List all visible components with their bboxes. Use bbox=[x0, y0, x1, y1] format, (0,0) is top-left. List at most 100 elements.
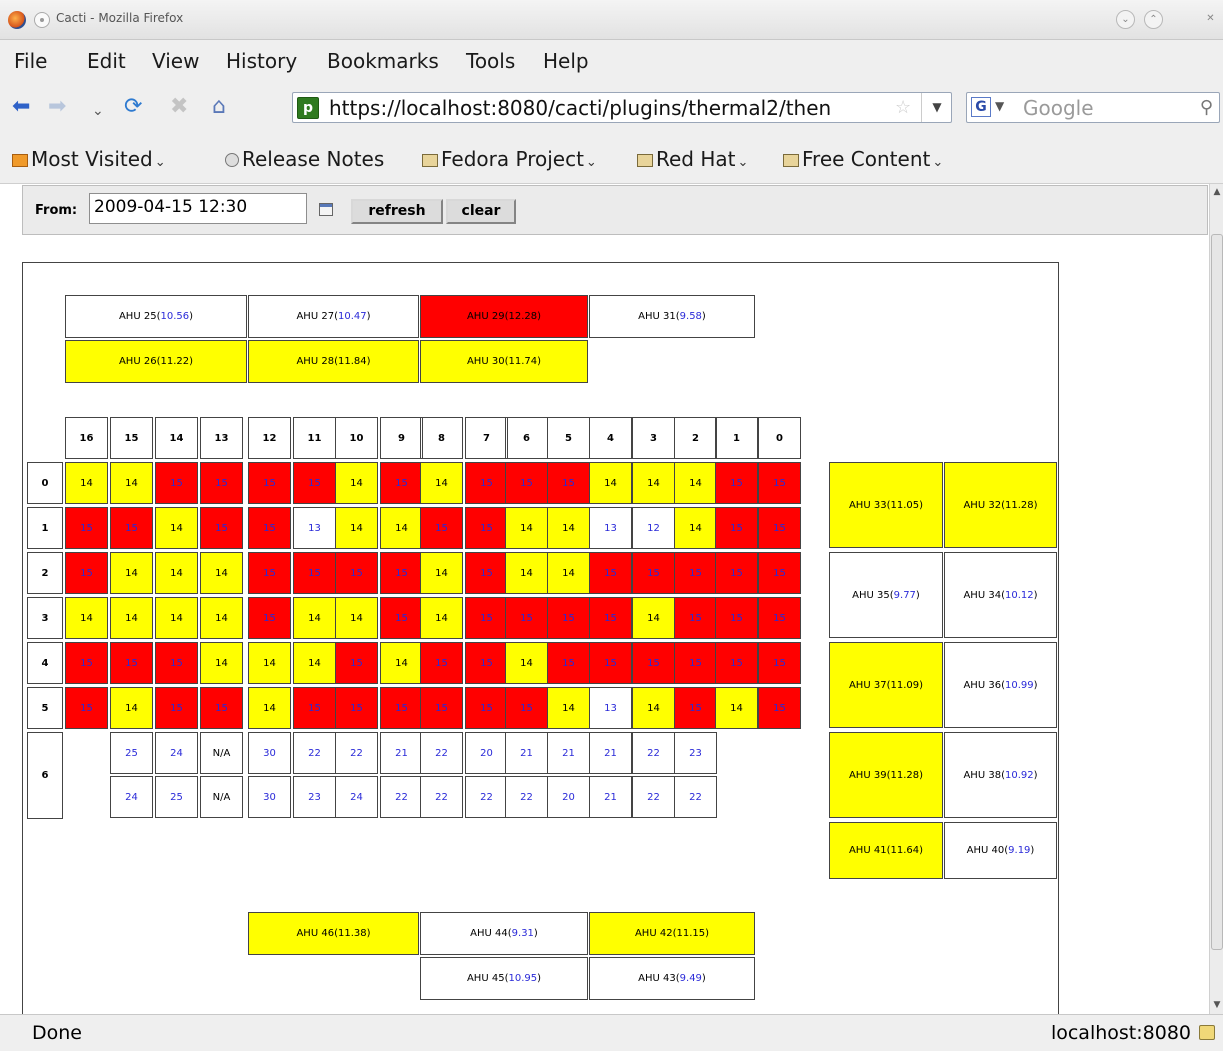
ahu-unit[interactable]: AHU 33 (11.05) bbox=[829, 462, 943, 548]
rack-cell[interactable]: 14 bbox=[505, 552, 548, 594]
ahu-value-link[interactable]: 11.38 bbox=[338, 928, 367, 939]
ahu-value-link[interactable]: 10.47 bbox=[338, 311, 367, 322]
rack-cell[interactable]: 15 bbox=[465, 462, 508, 504]
stop-icon[interactable]: ✖ bbox=[170, 94, 188, 120]
rack-cell[interactable]: 13 bbox=[589, 687, 632, 729]
row6-cell[interactable]: 23 bbox=[674, 732, 717, 774]
ahu-value-link[interactable]: 10.56 bbox=[160, 311, 189, 322]
rack-cell[interactable]: 14 bbox=[380, 642, 423, 684]
menu-edit[interactable]: Edit bbox=[87, 49, 126, 73]
rack-cell[interactable]: 14 bbox=[293, 642, 336, 684]
ahu-value-link[interactable]: 11.28 bbox=[890, 770, 919, 781]
rack-cell[interactable]: 15 bbox=[248, 462, 291, 504]
rack-cell[interactable]: 14 bbox=[632, 597, 675, 639]
maximize-icon[interactable]: ⌃ bbox=[1144, 10, 1163, 29]
ahu-value-link[interactable]: 12.28 bbox=[508, 311, 537, 322]
row6-cell[interactable]: 22 bbox=[505, 776, 548, 818]
rack-cell[interactable]: 15 bbox=[293, 687, 336, 729]
ahu-unit[interactable]: AHU 44 (9.31) bbox=[420, 912, 588, 955]
rack-cell[interactable]: 15 bbox=[715, 462, 758, 504]
rack-cell[interactable]: 15 bbox=[465, 687, 508, 729]
row6-cell[interactable]: 22 bbox=[293, 732, 336, 774]
ahu-unit[interactable]: AHU 25 (10.56) bbox=[65, 295, 247, 338]
row6-cell[interactable]: 22 bbox=[465, 776, 508, 818]
bookmark-free-content[interactable]: Free Content ⌄ bbox=[783, 147, 943, 171]
row6-cell[interactable]: 21 bbox=[547, 732, 590, 774]
rack-cell[interactable]: 15 bbox=[632, 552, 675, 594]
rack-cell[interactable]: 13 bbox=[589, 507, 632, 549]
rack-cell[interactable]: 15 bbox=[758, 507, 801, 549]
row6-cell[interactable]: 20 bbox=[465, 732, 508, 774]
menu-help[interactable]: Help bbox=[543, 49, 589, 73]
ahu-value-link[interactable]: 11.15 bbox=[676, 928, 705, 939]
ahu-value-link[interactable]: 11.64 bbox=[890, 845, 919, 856]
rack-cell[interactable]: 15 bbox=[65, 687, 108, 729]
menu-history[interactable]: History bbox=[226, 49, 297, 73]
search-bar[interactable]: G ▼ Google ⚲ bbox=[966, 92, 1220, 123]
rack-cell[interactable]: 15 bbox=[589, 642, 632, 684]
rack-cell[interactable]: 14 bbox=[110, 687, 153, 729]
rack-cell[interactable]: 15 bbox=[547, 462, 590, 504]
rack-cell[interactable]: 15 bbox=[674, 597, 717, 639]
rack-cell[interactable]: 15 bbox=[65, 507, 108, 549]
rack-cell[interactable]: 15 bbox=[380, 687, 423, 729]
row6-cell[interactable]: 24 bbox=[155, 732, 198, 774]
vertical-scrollbar[interactable]: ▲ ▼ bbox=[1209, 184, 1223, 1014]
rack-cell[interactable]: 14 bbox=[65, 597, 108, 639]
row6-cell[interactable]: 25 bbox=[155, 776, 198, 818]
rack-cell[interactable]: 14 bbox=[155, 597, 198, 639]
rack-cell[interactable]: 14 bbox=[155, 507, 198, 549]
close-icon[interactable]: ✕ bbox=[1201, 10, 1220, 29]
rack-cell[interactable]: 14 bbox=[110, 462, 153, 504]
rack-cell[interactable]: 14 bbox=[110, 552, 153, 594]
row6-cell[interactable]: 21 bbox=[505, 732, 548, 774]
rack-cell[interactable]: 15 bbox=[547, 597, 590, 639]
ahu-unit[interactable]: AHU 46 (11.38) bbox=[248, 912, 419, 955]
row6-cell[interactable]: 22 bbox=[632, 776, 675, 818]
window-menu-button[interactable] bbox=[34, 12, 50, 28]
rack-cell[interactable]: 15 bbox=[674, 687, 717, 729]
rack-cell[interactable]: 15 bbox=[380, 597, 423, 639]
rack-cell[interactable]: 15 bbox=[200, 687, 243, 729]
rack-cell[interactable]: 15 bbox=[547, 642, 590, 684]
ahu-unit[interactable]: AHU 26 (11.22) bbox=[65, 340, 247, 383]
rack-cell[interactable]: 14 bbox=[200, 642, 243, 684]
row6-cell[interactable]: N/A bbox=[200, 776, 243, 818]
rack-cell[interactable]: 15 bbox=[758, 642, 801, 684]
row6-cell[interactable]: 22 bbox=[380, 776, 423, 818]
rack-cell[interactable]: 15 bbox=[200, 507, 243, 549]
rack-cell[interactable]: 15 bbox=[335, 687, 378, 729]
rack-cell[interactable]: 15 bbox=[758, 462, 801, 504]
scrollbar-thumb[interactable] bbox=[1211, 234, 1223, 950]
refresh-button[interactable]: refresh bbox=[351, 199, 443, 224]
rack-cell[interactable]: 14 bbox=[420, 597, 463, 639]
rack-cell[interactable]: 15 bbox=[155, 642, 198, 684]
clear-button[interactable]: clear bbox=[446, 199, 516, 224]
rack-cell[interactable]: 14 bbox=[715, 687, 758, 729]
rack-cell[interactable]: 15 bbox=[674, 552, 717, 594]
ahu-unit[interactable]: AHU 39 (11.28) bbox=[829, 732, 943, 818]
menu-view[interactable]: View bbox=[152, 49, 199, 73]
rack-cell[interactable]: 15 bbox=[758, 552, 801, 594]
scroll-down-icon[interactable]: ▼ bbox=[1211, 998, 1223, 1012]
bookmark-star-icon[interactable]: ☆ bbox=[895, 97, 911, 118]
rack-cell[interactable]: 15 bbox=[248, 507, 291, 549]
ahu-unit[interactable]: AHU 29 (12.28) bbox=[420, 295, 588, 338]
rack-cell[interactable]: 14 bbox=[420, 462, 463, 504]
ahu-value-link[interactable]: 11.09 bbox=[890, 680, 919, 691]
ahu-unit[interactable]: AHU 40 (9.19) bbox=[944, 822, 1057, 879]
rack-cell[interactable]: 14 bbox=[547, 687, 590, 729]
row6-cell[interactable]: 21 bbox=[589, 776, 632, 818]
ahu-unit[interactable]: AHU 37 (11.09) bbox=[829, 642, 943, 728]
rack-cell[interactable]: 15 bbox=[589, 552, 632, 594]
rack-cell[interactable]: 15 bbox=[465, 642, 508, 684]
url-text[interactable]: https://localhost:8080/cacti/plugins/the… bbox=[329, 96, 889, 120]
rack-cell[interactable]: 14 bbox=[420, 552, 463, 594]
rack-cell[interactable]: 14 bbox=[589, 462, 632, 504]
rack-cell[interactable]: 14 bbox=[674, 507, 717, 549]
rack-cell[interactable]: 15 bbox=[465, 597, 508, 639]
rack-cell[interactable]: 14 bbox=[200, 597, 243, 639]
bookmark-red-hat[interactable]: Red Hat ⌄ bbox=[637, 147, 748, 171]
ahu-value-link[interactable]: 9.19 bbox=[1008, 845, 1030, 856]
row6-cell[interactable]: 30 bbox=[248, 732, 291, 774]
